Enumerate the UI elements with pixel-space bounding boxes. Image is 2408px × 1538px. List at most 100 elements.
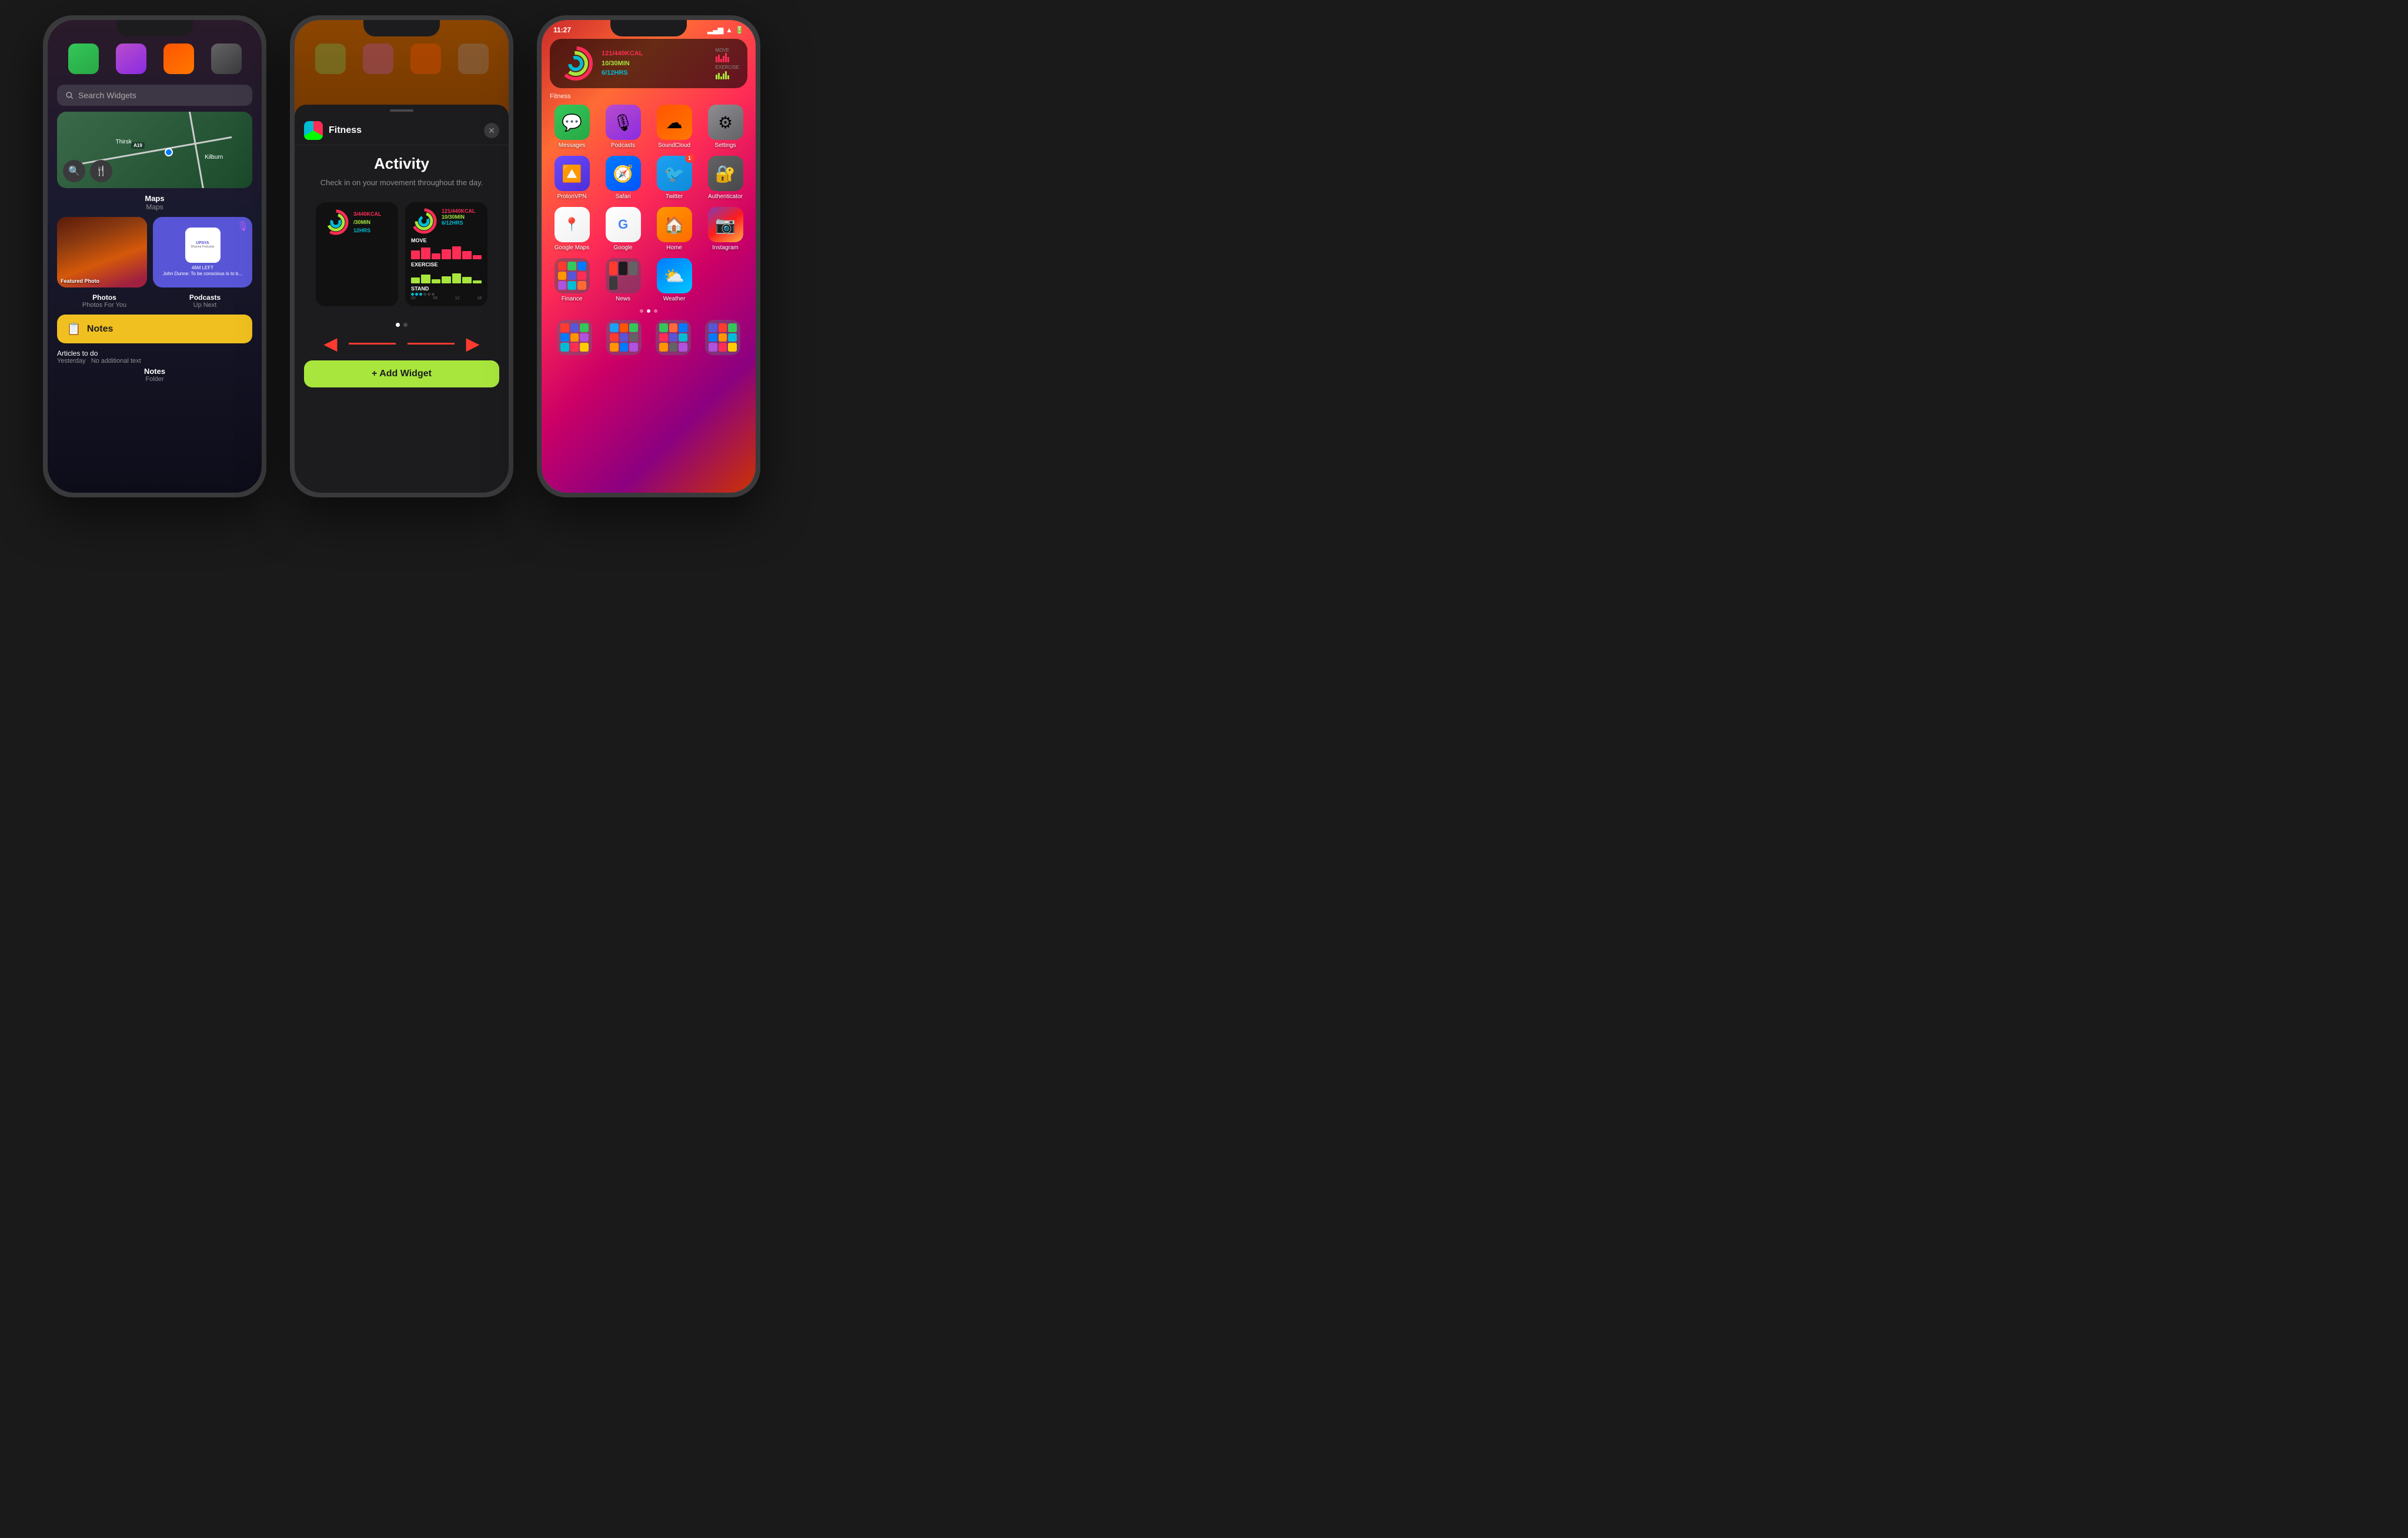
twitter-icon: 🐦 1 [657,156,692,191]
df2-5 [620,333,629,342]
podcasts-upaya-logo: UPAYA Dharma Podcasts [185,228,221,263]
podcasts-widget-sub: Up Next [158,302,252,309]
app-messages[interactable]: 💬 Messages [550,105,594,149]
photos-image: Featured Photo [57,217,147,287]
app-podcasts[interactable]: 🎙 Podcasts [601,105,645,149]
news-folder-icon [606,258,641,293]
phone-2-screen: Fitness ✕ Activity Check in on your move… [295,20,509,493]
page-dot-2 [647,309,650,313]
finance-app-8 [567,281,576,290]
maps-widget-title: Maps [48,194,262,203]
exercise-bars-large [716,70,739,79]
move-bar-label-large: MOVE [716,48,739,53]
maps-widget[interactable]: Thirsk Kilburn 🔍 🍴 A19 [57,112,252,188]
photos-widget[interactable]: Featured Photo [57,217,147,287]
app-finance[interactable]: Finance [550,258,594,302]
safari-icon: 🧭 [606,156,641,191]
phone-1-bg: Search Widgets Thirsk Kilburn 🔍 🍴 A19 Ma… [48,20,262,493]
el-2 [718,73,720,79]
app-weather[interactable]: ⛅ Weather [652,258,696,302]
page-dot-3 [654,309,657,313]
dock-folder-3[interactable] [656,320,691,355]
exercise-bar-label-large: EXERCISE [716,65,739,70]
maps-food-btn[interactable]: 🍴 [90,160,112,182]
notes-widget[interactable]: 📋 Notes [57,315,252,343]
activity-stats: 121/440KCAL 10/30MIN 6/12HRS [602,49,707,78]
photos-featured: Featured Photo [61,278,143,284]
time-06: 06 [433,296,437,300]
activity-widget-desc: Check in on your movement throughout the… [312,178,491,188]
maps-search-btn[interactable]: 🔍 [63,160,85,182]
search-bar[interactable]: Search Widgets [57,85,252,106]
stand-dots [411,293,482,296]
notes-extra: No additional text [91,357,141,365]
dock-folder-icon-4 [705,320,740,355]
df1-9 [580,343,589,352]
bar-6 [462,251,471,259]
finance-app-4 [558,272,567,280]
notes-detail: Articles to do Yesterday No additional t… [57,349,252,365]
close-button[interactable]: ✕ [484,123,499,138]
df3-6 [679,333,687,342]
df4-3 [728,323,737,332]
df3-1 [659,323,668,332]
df2-7 [610,343,619,352]
podcasts-widget[interactable]: 🎙 UPAYA Dharma Podcasts 46M LEFT John Du… [153,217,252,287]
el-5 [725,71,727,79]
app-safari[interactable]: 🧭 Safari [601,156,645,200]
app-protonvpn[interactable]: 🔼 ProtonVPN [550,156,594,200]
preview-stats-2: 121/440KCAL 10/30MIN 6/12HRS [442,208,476,226]
maps-label-kilburn: Kilburn [205,154,223,161]
search-icon [65,91,74,99]
weather-icon: ⛅ [657,258,692,293]
authenticator-label: Authenticator [708,193,743,200]
maps-label-thirsk: Thirsk [116,139,132,145]
ex-bar-1 [411,277,420,283]
dock-folder-4[interactable] [705,320,740,355]
add-widget-button[interactable]: + Add Widget [304,360,499,387]
df3-7 [659,343,668,352]
app-google[interactable]: G Google [601,207,645,251]
finance-app-2 [567,262,576,270]
df2-6 [629,333,638,342]
signal-icon: ▂▄▆ [707,26,723,34]
widget-row: Featured Photo 🎙 UPAYA Dharma Podcasts 4… [57,217,252,287]
bar-1 [411,250,420,259]
df3-3 [679,323,687,332]
notes-icon: 📋 [66,322,81,336]
app-instagram[interactable]: 📷 Instagram [703,207,747,251]
podcasts-widget-name: Podcasts [158,293,252,302]
app-soundcloud[interactable]: ☁ SoundCloud [652,105,696,149]
app-authenticator[interactable]: 🔐 Authenticator [703,156,747,200]
app-news[interactable]: News [601,258,645,302]
podcasts-icon-home: 🎙 [606,105,641,140]
app-home[interactable]: 🏠 Home [652,207,696,251]
app-googlemaps[interactable]: 📍 Google Maps [550,207,594,251]
df1-6 [580,333,589,342]
dock-folder-1[interactable] [557,320,592,355]
df1-3 [580,323,589,332]
phone2-app-4 [458,44,489,74]
podcasts-episode: John Dunne: To be conscious is to b... [163,271,242,276]
twitter-badge: 1 [685,153,694,163]
activity-widget[interactable]: 121/440KCAL 10/30MIN 6/12HRS MOVE [550,39,747,88]
df1-7 [560,343,569,352]
ml-6 [727,57,729,62]
df2-9 [629,343,638,352]
df4-6 [728,333,737,342]
stand-dot-4 [423,293,426,296]
app-settings[interactable]: ⚙ Settings [703,105,747,149]
dot-2 [403,323,408,327]
instagram-label: Instagram [712,245,738,251]
time-12: 12 [455,296,460,300]
app-twitter[interactable]: 🐦 1 Twitter [652,156,696,200]
podcasts-label: Podcasts [611,142,635,149]
phone2-app-2 [363,44,393,74]
dock-folder-2[interactable] [606,320,642,355]
status-bar: 11:27 ▂▄▆ ▲ 🔋 [542,20,756,34]
df2-8 [620,343,629,352]
phone-3-bg: 11:27 ▂▄▆ ▲ 🔋 121/440KCAL [542,20,756,493]
stand-dot-5 [428,293,430,296]
podcasts-info: 46M LEFT John Dunne: To be conscious is … [163,265,242,277]
settings-icon: ⚙ [708,105,743,140]
